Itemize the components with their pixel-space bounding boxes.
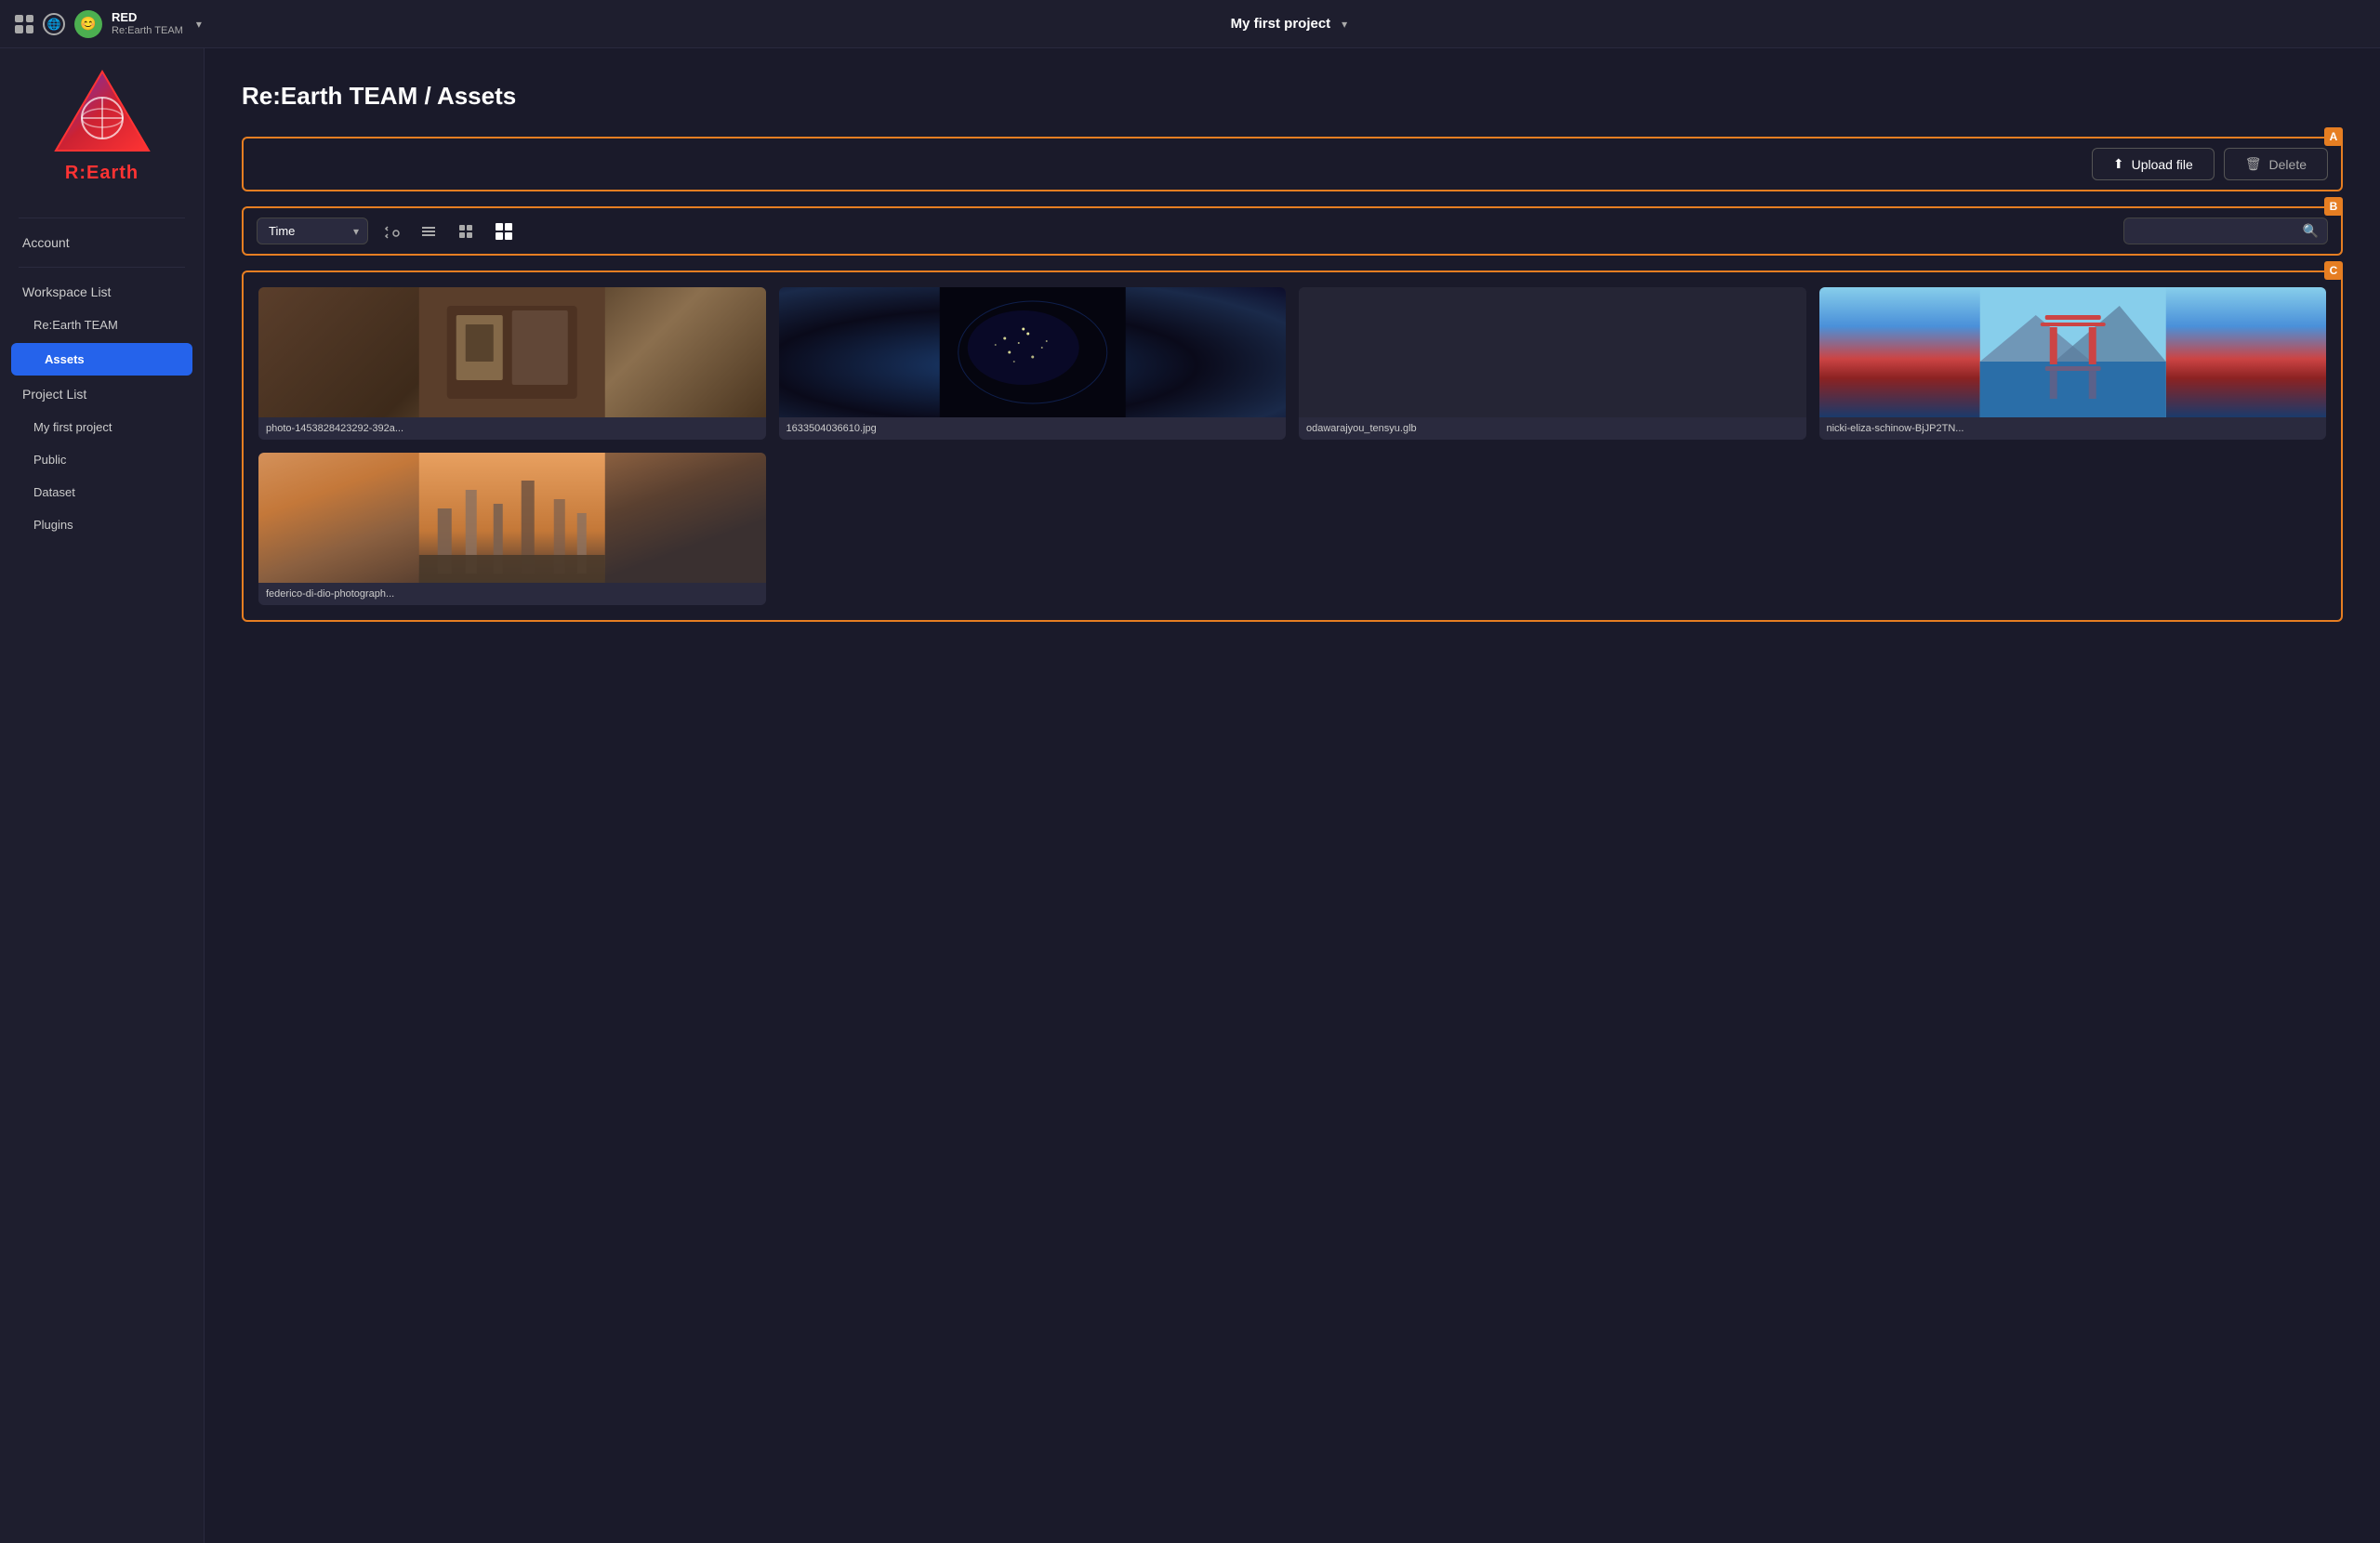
- top-nav: 🌐 😊 RED Re:Earth TEAM ▾ My first project…: [0, 0, 2380, 48]
- asset-name: nicki-eliza-schinow-BjJP2TN...: [1819, 417, 2327, 440]
- asset-thumbnail: [779, 287, 1287, 417]
- thumb-svg-2: [779, 287, 1287, 417]
- asset-name: photo-1453828423292-392a...: [258, 417, 766, 440]
- logo-text: R:Earth: [65, 163, 139, 184]
- asset-name: odawarajyou_tensyu.glb: [1299, 417, 1806, 440]
- sidebar-item-project-list[interactable]: Project List: [0, 377, 204, 411]
- sidebar-item-plugins[interactable]: Plugins: [0, 508, 204, 541]
- sort-select[interactable]: Time Name Size: [257, 218, 368, 244]
- asset-item[interactable]: 1633504036610.jpg: [779, 287, 1287, 440]
- sort-select-wrap: Time Name Size: [257, 218, 368, 244]
- asset-thumbnail: [258, 287, 766, 417]
- sidebar-divider-2: [19, 267, 185, 268]
- top-nav-left: 🌐 😊 RED Re:Earth TEAM ▾: [15, 10, 202, 38]
- project-dropdown-arrow[interactable]: ▾: [1342, 18, 1347, 31]
- globe-icon[interactable]: 🌐: [43, 13, 65, 35]
- filter-bar: B Time Name Size: [242, 206, 2343, 256]
- trash-icon: 🗑: [2245, 156, 2262, 172]
- sidebar-item-dataset[interactable]: Dataset: [0, 476, 204, 508]
- sidebar-item-public[interactable]: Public: [0, 443, 204, 476]
- user-team: Re:Earth TEAM: [112, 25, 183, 37]
- user-dropdown-arrow[interactable]: ▾: [196, 18, 202, 31]
- asset-grid: photo-1453828423292-392a...: [258, 287, 2326, 605]
- sidebar-item-workspace-list[interactable]: Workspace List: [0, 275, 204, 309]
- thumb-svg-1: [258, 287, 766, 417]
- sidebar: R:Earth Account Workspace List Re:Earth …: [0, 48, 205, 1543]
- search-input[interactable]: [2123, 218, 2328, 244]
- apps-icon[interactable]: [15, 15, 33, 33]
- asset-thumbnail: [258, 453, 766, 583]
- thumb-svg-5: [258, 453, 766, 583]
- toolbar-a: A ⬆ Upload file 🗑 Delete: [242, 137, 2343, 191]
- upload-file-button[interactable]: ⬆ Upload file: [2092, 148, 2215, 180]
- badge-c: C: [2324, 261, 2343, 280]
- top-nav-center: My first project ▾: [213, 16, 2365, 32]
- sidebar-item-assets[interactable]: Assets: [11, 343, 192, 376]
- asset-item[interactable]: odawarajyou_tensyu.glb: [1299, 287, 1806, 440]
- user-info: RED Re:Earth TEAM: [112, 10, 183, 37]
- sort-direction-button[interactable]: [377, 219, 405, 244]
- asset-grid-container: C photo-1453828423292-392a...: [242, 270, 2343, 622]
- upload-icon: ⬆: [2113, 156, 2124, 172]
- search-wrap: 🔍: [2123, 218, 2328, 244]
- medium-grid-button[interactable]: [452, 219, 480, 244]
- page-title: Re:Earth TEAM / Assets: [242, 82, 2343, 111]
- sidebar-item-reearth-team[interactable]: Re:Earth TEAM: [0, 309, 204, 341]
- asset-thumbnail: [1299, 287, 1806, 417]
- main-layout: R:Earth Account Workspace List Re:Earth …: [0, 48, 2380, 1543]
- asset-item[interactable]: nicki-eliza-schinow-BjJP2TN...: [1819, 287, 2327, 440]
- user-name: RED: [112, 10, 183, 25]
- sidebar-item-account[interactable]: Account: [0, 226, 204, 259]
- project-title: My first project: [1231, 16, 1331, 32]
- content-area: Re:Earth TEAM / Assets A ⬆ Upload file 🗑…: [205, 48, 2380, 1543]
- delete-button[interactable]: 🗑 Delete: [2224, 148, 2328, 180]
- sidebar-item-my-first-project[interactable]: My first project: [0, 411, 204, 443]
- avatar: 😊: [74, 10, 102, 38]
- asset-thumbnail: [1819, 287, 2327, 417]
- large-grid-button[interactable]: [489, 218, 519, 244]
- asset-item[interactable]: federico-di-dio-photograph...: [258, 453, 766, 605]
- list-view-button[interactable]: [415, 219, 443, 244]
- badge-b: B: [2324, 197, 2343, 216]
- asset-item[interactable]: photo-1453828423292-392a...: [258, 287, 766, 440]
- asset-name: 1633504036610.jpg: [779, 417, 1287, 440]
- thumb-svg-4: [1819, 287, 2327, 417]
- badge-a: A: [2324, 127, 2343, 146]
- logo-svg: [51, 67, 153, 155]
- asset-name: federico-di-dio-photograph...: [258, 583, 766, 605]
- sidebar-logo: R:Earth: [0, 67, 204, 184]
